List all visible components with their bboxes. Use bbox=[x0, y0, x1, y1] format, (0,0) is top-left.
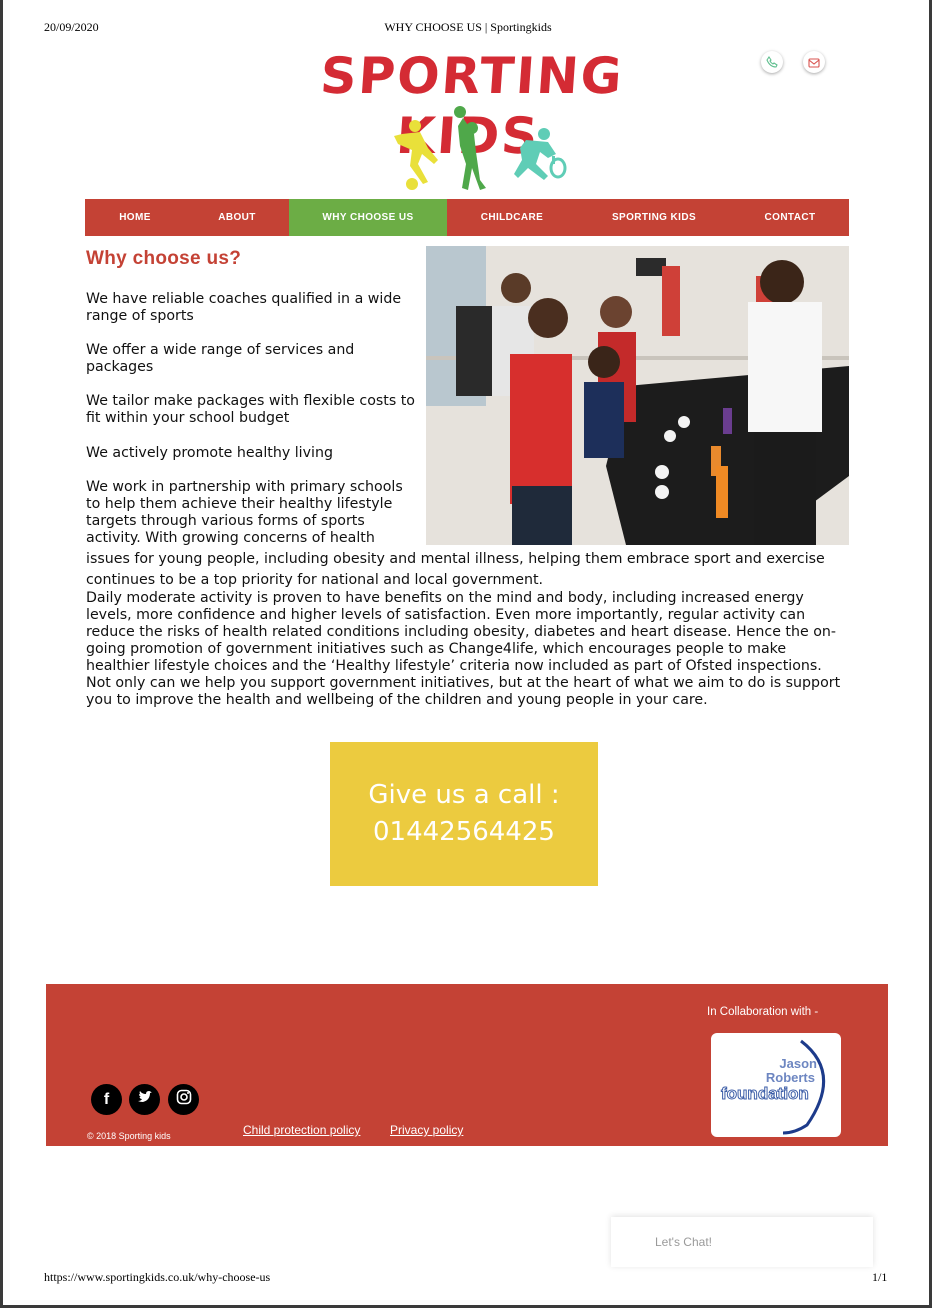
page-border-left bbox=[0, 0, 3, 1308]
reason-services: We offer a wide range of services and pa… bbox=[86, 342, 355, 375]
collaboration-label: In Collaboration with - bbox=[707, 1006, 819, 1018]
footballer-figure bbox=[394, 120, 438, 190]
print-date: 20/09/2020 bbox=[44, 20, 99, 34]
partnership-line: We work in partnership with primary scho… bbox=[86, 479, 403, 495]
facebook-icon: f bbox=[103, 1090, 110, 1108]
nav-item-home[interactable]: HOME bbox=[85, 199, 185, 236]
nav-item-why-choose-us[interactable]: WHY CHOOSE US bbox=[289, 199, 447, 236]
reason-packages: We tailor make packages with flexible co… bbox=[86, 393, 415, 426]
partner-logo[interactable]: Jason Roberts foundation bbox=[711, 1033, 841, 1137]
nav-item-about[interactable]: ABOUT bbox=[185, 199, 289, 236]
page-title: Why choose us? bbox=[86, 248, 242, 269]
nav-item-childcare[interactable]: CHILDCARE bbox=[447, 199, 577, 236]
chat-label: Let's Chat! bbox=[655, 1235, 712, 1249]
partner-name-line: Roberts bbox=[765, 1070, 815, 1085]
partner-name-line: Jason bbox=[779, 1056, 817, 1071]
mail-button[interactable] bbox=[803, 51, 825, 73]
partnership-line: issues for young people, including obesi… bbox=[86, 551, 825, 567]
child-protection-link[interactable]: Child protection policy bbox=[243, 1123, 360, 1137]
basketball-figure bbox=[454, 106, 486, 190]
twitter-icon bbox=[137, 1090, 153, 1109]
tennis-figure bbox=[514, 128, 567, 180]
privacy-policy-link[interactable]: Privacy policy bbox=[390, 1123, 463, 1137]
nav-item-contact[interactable]: CONTACT bbox=[731, 199, 849, 236]
partnership-line: activity. With growing concerns of healt… bbox=[86, 530, 375, 546]
print-title: WHY CHOOSE US | Sportingkids bbox=[384, 20, 552, 34]
nav-item-sporting-kids[interactable]: SPORTING KIDS bbox=[577, 199, 731, 236]
partner-name-foundation: foundation bbox=[721, 1084, 810, 1104]
partnership-line: continues to be a top priority for natio… bbox=[86, 572, 544, 588]
chat-widget[interactable]: Let's Chat! bbox=[611, 1217, 873, 1267]
daily-activity-paragraph: Daily moderate activity is proven to hav… bbox=[86, 590, 841, 708]
facebook-button[interactable]: f bbox=[91, 1084, 122, 1115]
mail-icon bbox=[808, 53, 820, 72]
phone-icon bbox=[766, 53, 778, 72]
reason-coaches: We have reliable coaches qualified in a … bbox=[86, 291, 402, 324]
reason-healthy-living: We actively promote healthy living bbox=[86, 445, 333, 461]
partnership-line: targets through various forms of sports bbox=[86, 513, 365, 529]
phone-button[interactable] bbox=[761, 51, 783, 73]
kids-activity-photo bbox=[426, 246, 849, 545]
call-us-text: Give us a call : bbox=[368, 780, 560, 810]
instagram-icon bbox=[176, 1089, 192, 1110]
twitter-button[interactable] bbox=[129, 1084, 160, 1115]
logo-figures bbox=[394, 106, 567, 190]
phone-number: 01442564425 bbox=[373, 817, 555, 847]
print-page-number: 1/1 bbox=[872, 1270, 888, 1284]
partnership-line: to help them achieve their healthy lifes… bbox=[86, 496, 393, 512]
main-nav: HOME ABOUT WHY CHOOSE US CHILDCARE SPORT… bbox=[85, 199, 849, 236]
copyright: © 2018 Sporting kids bbox=[87, 1131, 171, 1141]
call-us-banner[interactable]: Give us a call : 01442564425 bbox=[330, 742, 598, 886]
print-url: https://www.sportingkids.co.uk/why-choos… bbox=[44, 1270, 271, 1284]
instagram-button[interactable] bbox=[168, 1084, 199, 1115]
